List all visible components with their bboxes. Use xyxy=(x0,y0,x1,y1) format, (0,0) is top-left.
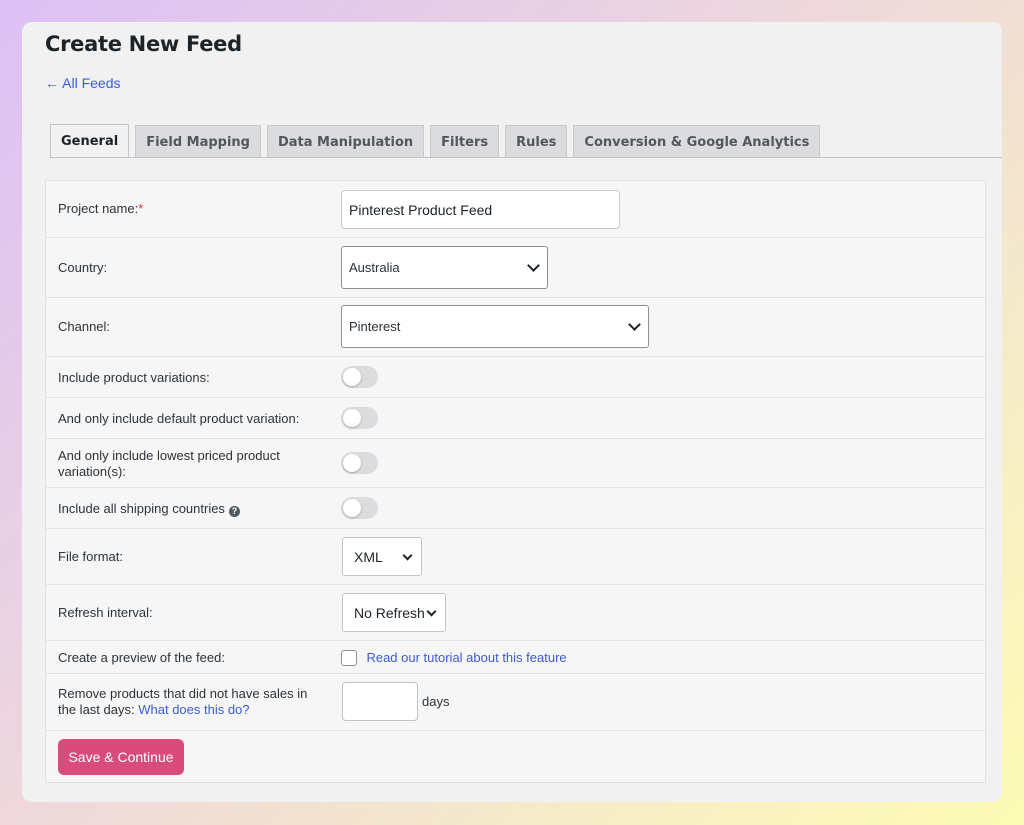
required-mark: * xyxy=(138,201,144,216)
what-does-this-do-link[interactable]: What does this do? xyxy=(138,702,249,717)
tab-filters[interactable]: Filters xyxy=(430,125,500,158)
chevron-down-icon xyxy=(402,550,413,560)
country-value: Australia xyxy=(349,260,400,275)
row-shipping-countries: Include all shipping countries? xyxy=(46,488,985,529)
remove-products-label: Remove products that did not have sales … xyxy=(58,686,308,717)
include-variations-toggle[interactable] xyxy=(341,366,378,388)
toggle-knob xyxy=(343,368,361,386)
tab-bar: General Field Mapping Data Manipulation … xyxy=(50,124,821,158)
main-panel: Create New Feed ← All Feeds General Fiel… xyxy=(22,22,1002,802)
project-name-label: Project name:* xyxy=(58,201,144,216)
row-project-name: Project name:* xyxy=(46,181,985,238)
default-variation-toggle[interactable] xyxy=(341,407,378,429)
tab-data-manipulation[interactable]: Data Manipulation xyxy=(266,125,425,158)
chevron-down-icon xyxy=(527,258,540,272)
tutorial-link[interactable]: Read our tutorial about this feature xyxy=(366,650,566,665)
question-icon[interactable]: ? xyxy=(228,506,240,517)
refresh-interval-select[interactable]: No Refresh xyxy=(342,593,446,632)
preview-label: Create a preview of the feed: xyxy=(58,650,225,665)
row-lowest-priced: And only include lowest priced product v… xyxy=(46,439,985,488)
country-select[interactable]: Australia xyxy=(341,246,548,289)
row-default-variation: And only include default product variati… xyxy=(46,398,985,439)
file-format-select[interactable]: XML xyxy=(342,537,422,576)
preview-control: Read our tutorial about this feature xyxy=(341,649,567,667)
remove-products-control: days xyxy=(342,682,449,721)
refresh-interval-value: No Refresh xyxy=(354,604,425,621)
row-include-variations: Include product variations: xyxy=(46,357,985,398)
tab-field-mapping[interactable]: Field Mapping xyxy=(135,125,261,158)
file-format-label: File format: xyxy=(58,549,124,564)
row-refresh-interval: Refresh interval: No Refresh xyxy=(46,585,985,641)
page-title: Create New Feed xyxy=(45,32,242,56)
save-continue-button[interactable]: Save & Continue xyxy=(58,739,184,775)
shipping-countries-label: Include all shipping countries? xyxy=(58,501,240,517)
row-preview: Create a preview of the feed: Read our t… xyxy=(46,641,985,674)
channel-select[interactable]: Pinterest xyxy=(341,305,649,348)
file-format-value: XML xyxy=(354,548,383,565)
toggle-knob xyxy=(343,499,361,517)
row-country: Country: Australia xyxy=(46,238,985,298)
tab-general[interactable]: General xyxy=(50,124,130,158)
chevron-down-icon xyxy=(426,606,437,616)
all-feeds-link[interactable]: ← All Feeds xyxy=(45,75,120,91)
lowest-priced-toggle[interactable] xyxy=(341,452,378,474)
days-unit: days xyxy=(422,694,450,709)
refresh-interval-label: Refresh interval: xyxy=(58,605,153,620)
chevron-down-icon xyxy=(628,317,641,331)
default-variation-label: And only include default product variati… xyxy=(58,411,300,426)
channel-label: Channel: xyxy=(58,319,111,334)
tab-divider xyxy=(50,157,1002,158)
tab-conversion-analytics[interactable]: Conversion & Google Analytics xyxy=(573,125,821,158)
toggle-knob xyxy=(343,454,361,472)
row-file-format: File format: XML xyxy=(46,529,985,585)
channel-value: Pinterest xyxy=(349,319,401,334)
toggle-knob xyxy=(343,409,361,427)
include-variations-label: Include product variations: xyxy=(58,370,210,385)
preview-checkbox[interactable] xyxy=(341,649,357,666)
row-remove-products: Remove products that did not have sales … xyxy=(46,674,985,731)
row-channel: Channel: Pinterest xyxy=(46,298,985,357)
days-input[interactable] xyxy=(342,682,418,721)
feed-form: Project name:* Country: Australia Channe… xyxy=(45,180,986,783)
country-label: Country: xyxy=(58,260,108,275)
lowest-priced-label: And only include lowest priced product v… xyxy=(58,448,280,479)
project-name-input[interactable] xyxy=(341,190,620,229)
tab-rules[interactable]: Rules xyxy=(505,125,568,158)
shipping-countries-toggle[interactable] xyxy=(341,497,378,519)
